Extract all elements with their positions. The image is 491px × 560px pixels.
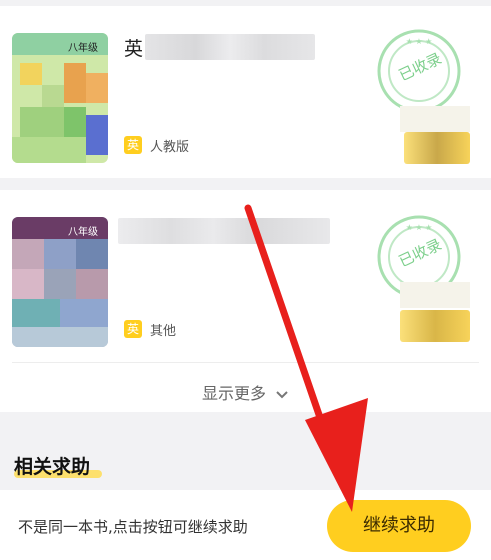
blurred-info xyxy=(400,282,470,308)
edition-label: 人教版 xyxy=(150,140,190,155)
blurred-title-text xyxy=(118,218,330,244)
collected-stamp-icon: ★ ★ ★ 已收录 xyxy=(376,28,462,114)
edition-label: 其他 xyxy=(150,324,177,339)
book-title: 英 xyxy=(124,38,144,60)
blurred-info xyxy=(400,106,470,132)
divider xyxy=(12,362,479,363)
continue-help-button[interactable]: 继续求助 xyxy=(327,500,471,552)
search-result-card[interactable]: 八年级 英 英 人教版 ★ ★ ★ 已收录 xyxy=(0,6,491,178)
book-cover-image: 八年级 xyxy=(12,33,108,163)
chevron-down-icon xyxy=(276,390,288,398)
subject-badge: 英 xyxy=(124,320,142,338)
cover-grade-label: 八年级 xyxy=(68,227,98,238)
svg-text:★ ★ ★: ★ ★ ★ xyxy=(406,37,433,46)
show-more-label: 显示更多 xyxy=(201,384,266,403)
bottom-action-bar: 不是同一本书,点击按钮可继续求助 继续求助 xyxy=(0,490,491,560)
subject-badge: 英 xyxy=(124,136,142,154)
blurred-title-text xyxy=(145,34,315,60)
show-more-button[interactable]: 显示更多 xyxy=(0,380,491,404)
search-result-card[interactable]: 八年级 英 其他 ★ ★ ★ 已收录 显示更多 xyxy=(0,190,491,412)
book-cover-image: 八年级 xyxy=(12,217,108,347)
cover-grade-label: 八年级 xyxy=(68,43,98,54)
blurred-price-tag xyxy=(400,310,470,342)
svg-text:★ ★ ★: ★ ★ ★ xyxy=(406,223,433,232)
continue-hint-text: 不是同一本书,点击按钮可继续求助 xyxy=(18,518,248,536)
related-help-title: 相关求助 xyxy=(14,456,91,478)
blurred-price-tag xyxy=(404,132,470,164)
